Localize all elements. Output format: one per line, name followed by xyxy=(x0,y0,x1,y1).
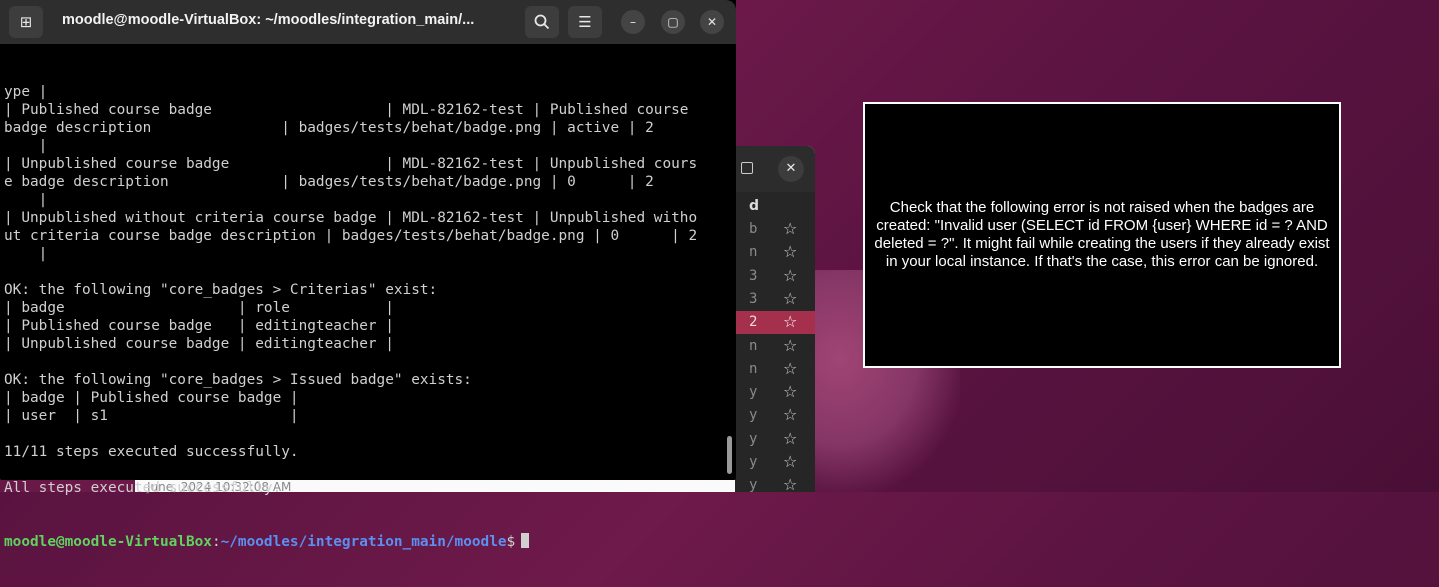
list-item-text: n xyxy=(749,360,758,377)
list-item[interactable]: n ☆ xyxy=(735,335,815,358)
list-item-text: 2 xyxy=(749,314,758,331)
list-item-text: y xyxy=(749,384,758,401)
terminal-line: | user | s1 | xyxy=(4,408,299,424)
list-item-text: y xyxy=(749,407,758,424)
scrollbar[interactable] xyxy=(727,436,732,474)
terminal-line: e badge description | badges/tests/behat… xyxy=(4,174,654,190)
list-item-text: n xyxy=(749,244,758,261)
list-item-text: y xyxy=(749,454,758,470)
list-item[interactable]: y ☆ xyxy=(735,474,815,497)
terminal-line: | Published course badge | editingteache… xyxy=(4,318,394,334)
text-cursor xyxy=(521,533,530,548)
terminal-line: | xyxy=(4,138,48,154)
close-icon[interactable]: ✕ xyxy=(778,156,804,182)
list-item[interactable]: y ☆ xyxy=(735,451,815,474)
search-icon[interactable] xyxy=(525,6,559,38)
terminal-line: ut criteria course badge description | b… xyxy=(4,228,698,244)
new-tab-icon[interactable]: ⊞ xyxy=(9,6,43,38)
star-icon[interactable]: ☆ xyxy=(783,266,797,285)
list-item[interactable]: 2 ☆ xyxy=(735,311,815,335)
menu-icon[interactable]: ☰ xyxy=(568,6,602,38)
terminal-window[interactable]: ⊞ moodle@moodle-VirtualBox: ~/moodles/in… xyxy=(0,0,736,550)
list-item[interactable]: b ☆ xyxy=(735,218,815,241)
star-icon[interactable]: ☆ xyxy=(783,219,797,238)
terminal-line: | Unpublished without criteria course ba… xyxy=(4,210,698,226)
terminal-line: | xyxy=(4,192,48,208)
terminal-line: ype | xyxy=(4,84,48,100)
close-icon[interactable]: ✕ xyxy=(700,10,724,34)
terminal-line: badge description | badges/tests/behat/b… xyxy=(4,120,654,136)
list-item[interactable]: 3 ☆ xyxy=(735,265,815,288)
terminal-line: | Unpublished course badge | editingteac… xyxy=(4,336,394,352)
column-header: d xyxy=(749,198,760,214)
minimize-icon[interactable]: – xyxy=(621,10,645,34)
terminal-line: | Unpublished course badge | MDL-82162-t… xyxy=(4,156,698,172)
star-icon[interactable]: ☆ xyxy=(783,452,797,471)
star-icon[interactable]: ☆ xyxy=(783,336,797,355)
star-icon[interactable]: ☆ xyxy=(783,382,797,401)
list-item-text: b xyxy=(749,221,758,237)
star-icon[interactable]: ☆ xyxy=(783,312,797,331)
notification-text: Check that the following error is not ra… xyxy=(874,199,1330,270)
list-item[interactable]: y ☆ xyxy=(735,381,815,404)
list-item-text: 3 xyxy=(749,290,758,307)
maximize-icon[interactable]: ▢ xyxy=(661,10,685,34)
star-icon[interactable]: ☆ xyxy=(783,405,797,424)
star-icon[interactable]: ☆ xyxy=(783,475,797,494)
list-item[interactable]: n ☆ xyxy=(735,241,815,264)
terminal-line: OK: the following "core_badges > Criteri… xyxy=(4,282,438,298)
list-item[interactable]: 3 ☆ xyxy=(735,288,815,311)
star-icon[interactable]: ☆ xyxy=(783,289,797,308)
terminal-line: 11/11 steps executed successfully. xyxy=(4,444,299,460)
terminal-line: OK: the following "core_badges > Issued … xyxy=(4,372,472,388)
terminal-prompt[interactable]: moodle@moodle-VirtualBox:~/moodles/integ… xyxy=(4,533,724,551)
list-item-text: y xyxy=(749,430,758,447)
window-title: moodle@moodle-VirtualBox: ~/moodles/inte… xyxy=(62,12,475,28)
list-item[interactable]: n ☆ xyxy=(735,358,815,381)
terminal-line: All steps executed successfully. xyxy=(4,480,282,496)
star-icon[interactable]: ☆ xyxy=(783,242,797,261)
terminal-line: | badge | role | xyxy=(4,300,394,316)
terminal-output[interactable]: ype | | Published course badge | MDL-8216… xyxy=(4,47,724,550)
tab-icon xyxy=(741,162,753,174)
star-icon[interactable]: ☆ xyxy=(783,359,797,378)
terminal-line: | badge | Published course badge | xyxy=(4,390,299,406)
terminal-line: | Published course badge | MDL-82162-tes… xyxy=(4,102,689,118)
list-item-text: n xyxy=(749,337,758,354)
star-icon[interactable]: ☆ xyxy=(783,429,797,448)
list-item[interactable]: y ☆ xyxy=(735,428,815,451)
terminal-titlebar: ⊞ moodle@moodle-VirtualBox: ~/moodles/in… xyxy=(0,0,736,44)
list-item-text: 3 xyxy=(749,267,758,284)
terminal-line: | xyxy=(4,246,48,262)
notification-box: Check that the following error is not ra… xyxy=(863,102,1341,368)
list-item[interactable]: y ☆ xyxy=(735,404,815,427)
list-item-text: y xyxy=(749,477,758,494)
